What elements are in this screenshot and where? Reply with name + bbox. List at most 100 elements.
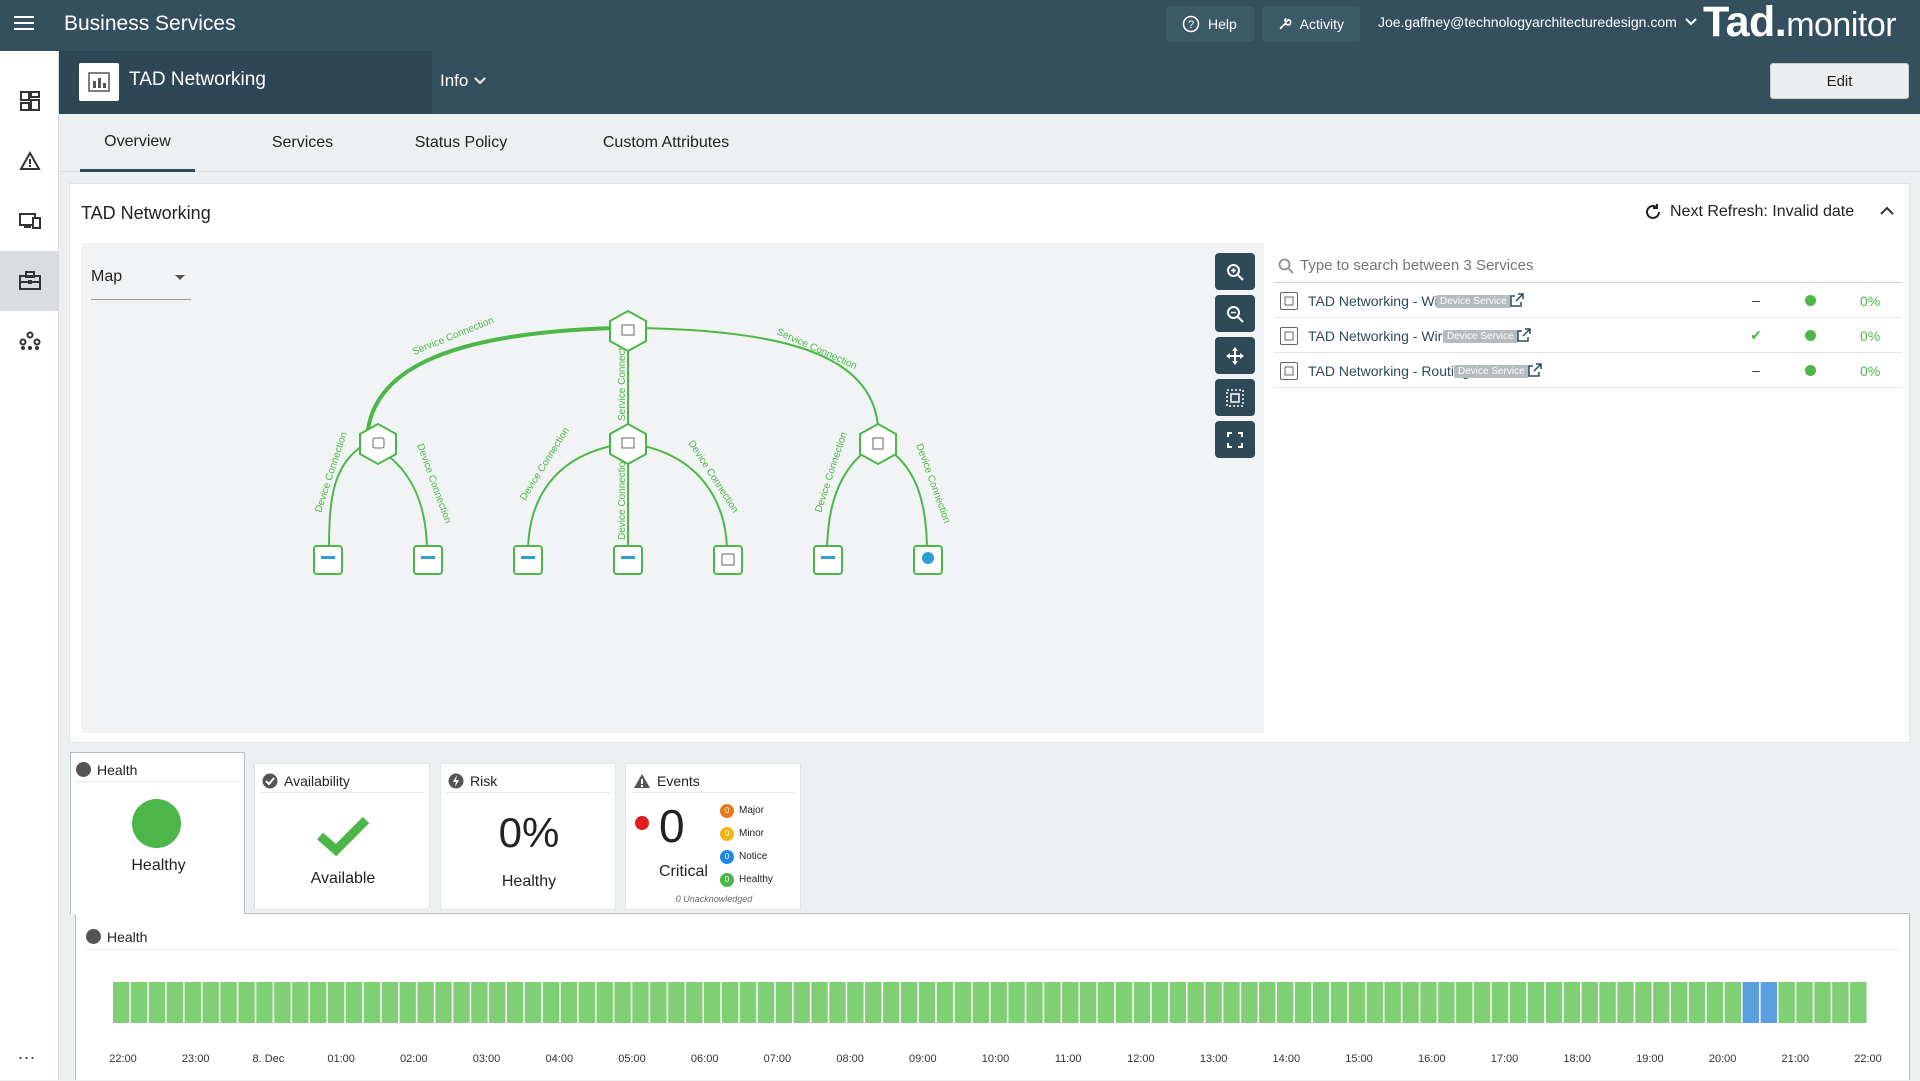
tab-overview[interactable]: Overview: [80, 114, 195, 172]
health-interval-bar[interactable]: [1491, 982, 1509, 1023]
service-row[interactable]: TAD Networking - Routing Device Service – 0…: [1274, 353, 1902, 388]
health-interval-bar[interactable]: [1760, 982, 1777, 1023]
help-button[interactable]: ? Help: [1166, 6, 1254, 42]
fit-to-screen-button[interactable]: [1215, 379, 1255, 416]
health-interval-bar[interactable]: [471, 982, 488, 1023]
root-service-node[interactable]: [609, 309, 647, 353]
service-name-link[interactable]: TAD Networking - Routing: [1308, 363, 1470, 379]
health-interval-bar[interactable]: [757, 982, 775, 1023]
health-interval-bar[interactable]: [1277, 982, 1294, 1023]
health-timeline-chart[interactable]: 22:00 23:00 8. Dec 01:00 02:00 03:00 04:00 05:0…: [76, 954, 1911, 1081]
device-node[interactable]: [613, 545, 643, 575]
sidebar-item-dashboard[interactable]: [0, 71, 59, 131]
health-interval-bar[interactable]: [1080, 982, 1097, 1023]
health-interval-bar[interactable]: [1545, 982, 1563, 1023]
device-node[interactable]: [713, 545, 743, 575]
device-node[interactable]: [413, 545, 443, 575]
health-interval-bar[interactable]: [972, 982, 989, 1023]
service-name-link[interactable]: TAD Networking - Wired: [1308, 328, 1458, 344]
health-widget[interactable]: Health Healthy: [70, 752, 245, 914]
event-severity-notice[interactable]: 0 Notice: [720, 845, 773, 868]
health-interval-bar[interactable]: [238, 982, 255, 1023]
health-interval-bar[interactable]: [954, 982, 972, 1023]
health-interval-bar[interactable]: [936, 982, 954, 1023]
service-row[interactable]: TAD Networking - Wired Device Service ✔ 0%: [1274, 318, 1902, 353]
health-interval-bar[interactable]: [435, 982, 452, 1023]
health-interval-bar[interactable]: [614, 982, 631, 1023]
health-interval-bar[interactable]: [1026, 982, 1043, 1023]
health-interval-bar[interactable]: [775, 982, 792, 1023]
health-interval-bar[interactable]: [1133, 982, 1151, 1023]
sidebar-item-topology[interactable]: [0, 311, 59, 371]
health-interval-bar[interactable]: [704, 982, 721, 1023]
wifi-service-node[interactable]: [359, 422, 397, 466]
sidebar-item-devices[interactable]: [0, 191, 59, 251]
health-interval-bar[interactable]: [829, 982, 846, 1023]
health-interval-bar[interactable]: [1850, 982, 1867, 1023]
health-interval-bar[interactable]: [1742, 982, 1759, 1023]
health-interval-bar[interactable]: [668, 982, 685, 1023]
health-interval-bar[interactable]: [1563, 982, 1580, 1023]
health-interval-bar[interactable]: [847, 982, 864, 1023]
fullscreen-button[interactable]: [1215, 421, 1255, 458]
external-link-icon[interactable]: [1517, 328, 1531, 345]
health-interval-bar[interactable]: [1509, 982, 1527, 1023]
info-dropdown[interactable]: Info: [440, 71, 487, 91]
health-interval-bar[interactable]: [1330, 982, 1348, 1023]
health-interval-bar[interactable]: [1187, 982, 1204, 1023]
health-interval-bar[interactable]: [650, 982, 667, 1023]
health-interval-bar[interactable]: [202, 982, 219, 1023]
health-interval-bar[interactable]: [1115, 982, 1133, 1023]
chevron-up-icon[interactable]: [1880, 206, 1894, 215]
health-interval-bar[interactable]: [1366, 982, 1383, 1023]
event-severity-major[interactable]: 0 Major: [720, 799, 773, 822]
health-interval-bar[interactable]: [542, 982, 560, 1023]
health-interval-bar[interactable]: [1223, 982, 1240, 1023]
edit-button[interactable]: Edit: [1770, 63, 1909, 99]
health-interval-bar[interactable]: [399, 982, 416, 1023]
health-interval-bar[interactable]: [739, 982, 757, 1023]
health-interval-bar[interactable]: [1348, 982, 1366, 1023]
health-interval-bar[interactable]: [1617, 982, 1634, 1023]
health-interval-bar[interactable]: [1151, 982, 1169, 1023]
risk-widget[interactable]: Risk 0% Healthy: [440, 763, 616, 910]
health-interval-bar[interactable]: [1008, 982, 1025, 1023]
events-widget[interactable]: Events 0 Critical 0 Major 0 Minor 0 Notice 0 He…: [625, 763, 801, 910]
tab-custom-attributes[interactable]: Custom Attributes: [571, 114, 761, 172]
activity-button[interactable]: Activity: [1262, 6, 1360, 42]
health-interval-bar[interactable]: [901, 982, 918, 1023]
health-interval-bar[interactable]: [560, 982, 578, 1023]
health-interval-bar[interactable]: [417, 982, 434, 1023]
refresh-control[interactable]: Next Refresh: Invalid date: [1644, 203, 1854, 221]
health-interval-bar[interactable]: [596, 982, 613, 1023]
health-interval-bar[interactable]: [686, 982, 703, 1023]
external-link-icon[interactable]: [1528, 363, 1542, 380]
device-node[interactable]: [313, 545, 343, 575]
health-interval-bar[interactable]: [489, 982, 506, 1023]
health-interval-bar[interactable]: [1832, 982, 1849, 1023]
health-interval-bar[interactable]: [310, 982, 327, 1023]
health-interval-bar[interactable]: [1474, 982, 1491, 1023]
sidebar-item-alerts[interactable]: [0, 131, 59, 191]
health-interval-bar[interactable]: [990, 982, 1007, 1023]
health-interval-bar[interactable]: [256, 982, 273, 1023]
health-interval-bar[interactable]: [1635, 982, 1652, 1023]
health-interval-bar[interactable]: [1671, 982, 1688, 1023]
health-interval-bar[interactable]: [721, 982, 739, 1023]
pan-button[interactable]: [1215, 337, 1255, 374]
more-icon[interactable]: ...: [18, 1043, 36, 1064]
health-interval-bar[interactable]: [1724, 982, 1742, 1023]
device-node[interactable]: [513, 545, 543, 575]
health-interval-bar[interactable]: [130, 982, 148, 1023]
health-interval-bar[interactable]: [292, 982, 309, 1023]
health-interval-bar[interactable]: [793, 982, 810, 1023]
health-interval-bar[interactable]: [363, 982, 381, 1023]
health-interval-bar[interactable]: [1796, 982, 1813, 1023]
health-interval-bar[interactable]: [507, 982, 524, 1023]
health-interval-bar[interactable]: [883, 982, 900, 1023]
health-interval-bar[interactable]: [1599, 982, 1616, 1023]
health-interval-bar[interactable]: [1420, 982, 1437, 1023]
menu-icon[interactable]: [14, 16, 34, 32]
health-interval-bar[interactable]: [274, 982, 291, 1023]
health-interval-bar[interactable]: [1402, 982, 1419, 1023]
